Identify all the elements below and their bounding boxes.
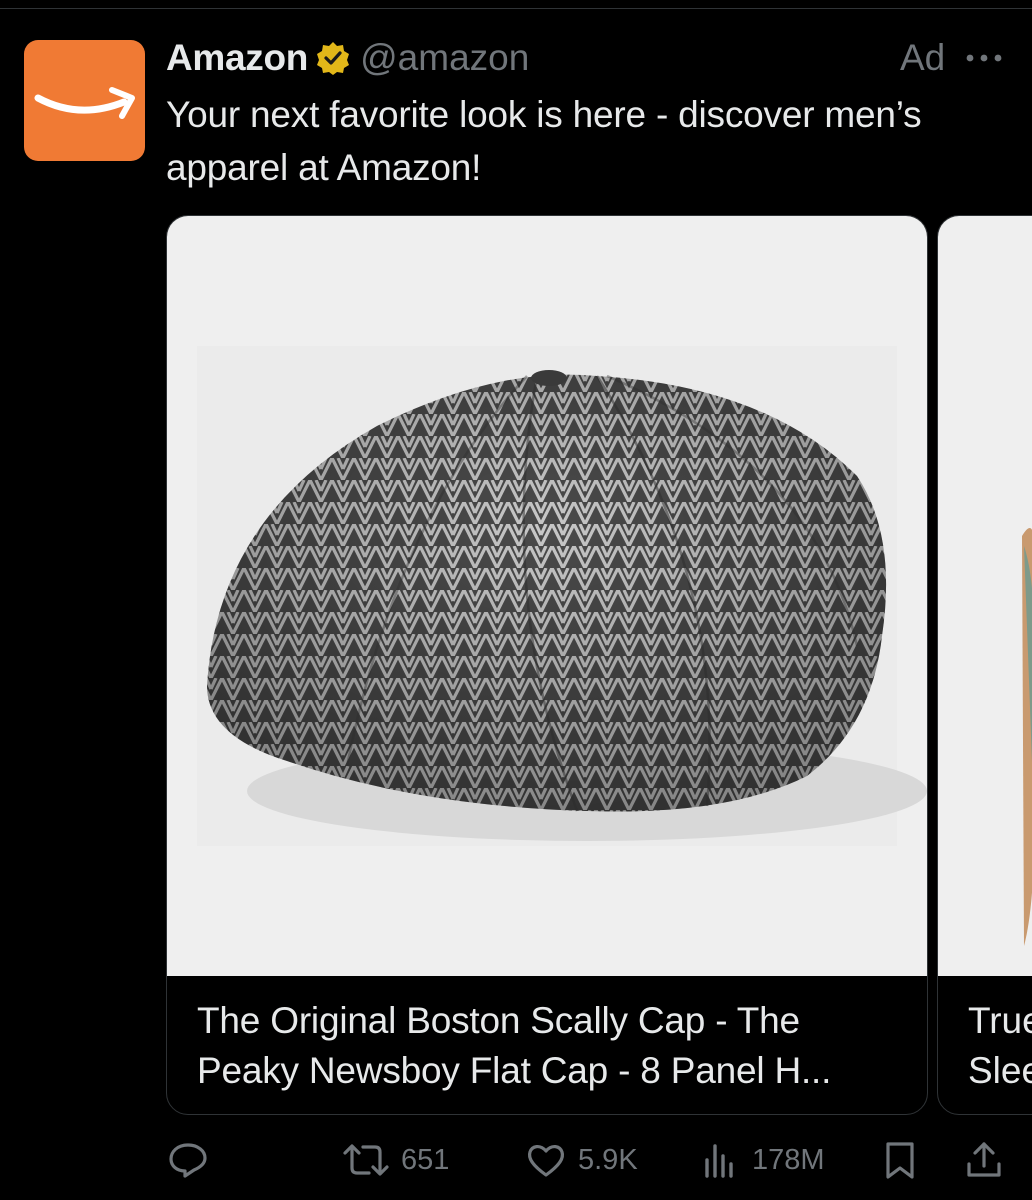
amazon-smile-logo-icon (34, 87, 135, 119)
product-image-flat-cap[interactable] (167, 216, 927, 976)
heart-icon (527, 1145, 565, 1177)
product-image-shirt[interactable] (938, 216, 1032, 976)
product-title-next[interactable]: True Slee (968, 996, 1032, 1096)
share-button[interactable] (962, 1132, 1006, 1188)
amazon-avatar[interactable] (24, 40, 145, 161)
bookmark-button[interactable] (878, 1132, 922, 1188)
flat-cap-image (197, 346, 927, 846)
like-count: 5.9K (578, 1143, 638, 1176)
user-handle[interactable]: @amazon (360, 37, 529, 79)
views-chart-icon (705, 1144, 733, 1178)
retweet-icon (343, 1144, 389, 1176)
tweet-header: Amazon @amazon (166, 36, 529, 80)
tweet-text: Your next favorite look is here - discov… (166, 94, 922, 188)
reply-button[interactable] (166, 1132, 210, 1188)
product-card[interactable]: The Original Boston Scally Cap - The Pea… (166, 215, 928, 1115)
more-dots-icon[interactable] (962, 48, 1006, 68)
product-card-next[interactable]: True Slee (937, 215, 1032, 1115)
views-button[interactable]: 178M (698, 1132, 825, 1188)
like-button[interactable]: 5.9K (524, 1132, 638, 1188)
display-name[interactable]: Amazon (166, 37, 308, 79)
product-title[interactable]: The Original Boston Scally Cap - The Pea… (197, 996, 907, 1096)
reply-icon (169, 1143, 207, 1178)
retweet-button[interactable]: 651 (341, 1132, 449, 1188)
top-divider (0, 8, 1032, 9)
action-bar: 651 5.9K 178M (166, 1132, 1032, 1188)
share-icon (967, 1142, 1001, 1177)
bookmark-icon (886, 1142, 914, 1179)
shirt-image (1022, 528, 1032, 946)
ad-label: Ad (900, 37, 946, 78)
verified-badge-icon[interactable] (316, 41, 350, 75)
retweet-count: 651 (401, 1143, 450, 1176)
views-count: 178M (752, 1143, 825, 1176)
tweet-screen: Amazon @amazon Ad Your next favorite loo… (0, 0, 1032, 1200)
